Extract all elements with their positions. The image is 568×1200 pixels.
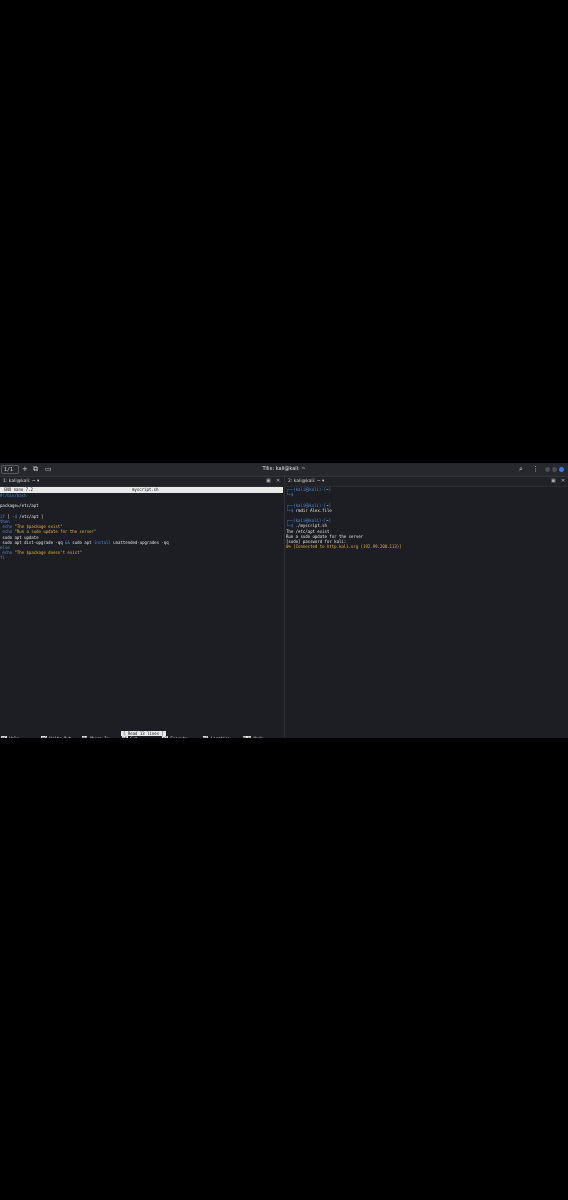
shortcut-write-out[interactable]: ^O Write Out	[41, 736, 71, 738]
shortcut-where-is[interactable]: ^W Where Is	[81, 736, 109, 738]
maximize-pane-icon[interactable]: ▣	[551, 477, 556, 486]
code-line-segment: "The $package doesn't exist"	[12, 550, 82, 556]
shortcut-key: M-U	[242, 736, 252, 738]
code-line-segment: install	[93, 539, 111, 545]
terminal-line-segment: ]	[328, 518, 331, 524]
code-line-segment: sudo apt	[69, 539, 94, 545]
tilix-window: 1/1 ▾ + ⧉ ▭ Tilix: kali@kali: ~ ⌕ ⋮ 1: k…	[0, 463, 568, 738]
shortcut-bar: ^G Help^X Exit^O Write Out^R Read File^W…	[0, 736, 283, 738]
terminal-line-segment: ]	[328, 487, 331, 492]
code-line-segment: unattended-upgrades -qq	[110, 539, 169, 545]
shortcut-label: Execute	[168, 736, 187, 738]
shortcut-cut[interactable]: ^K Cut	[121, 736, 137, 738]
shortcut-location[interactable]: ^C Location	[202, 736, 230, 738]
maximize-icon[interactable]	[552, 467, 557, 472]
shortcut-help[interactable]: ^G Help	[1, 736, 19, 738]
close-icon[interactable]	[559, 467, 564, 472]
code-line: fi	[0, 555, 283, 560]
title-bar: 1/1 ▾ + ⧉ ▭ Tilix: kali@kali: ~ ⌕ ⋮	[0, 463, 568, 482]
shortcut-label: Where Is	[87, 736, 109, 738]
code-line-segment: /etc/apt ]	[16, 513, 44, 519]
terminal-pane-2[interactable]: 2: kali@kali: ~ ▾ ▣ ✕ ┌──(kali㉿kali)-[~]…	[284, 477, 568, 738]
code-line-segment: fi	[0, 555, 5, 561]
shortcut-label: Location	[208, 736, 230, 738]
code-line-segment: #!/bin/bash	[0, 493, 27, 498]
shortcut-execute[interactable]: ^T Execute	[162, 736, 187, 738]
shortcut-label: Cut	[128, 736, 137, 738]
code-line-segment: package=/etc/apt	[0, 503, 39, 509]
shortcut-undo[interactable]: M-U Undo	[242, 736, 263, 738]
pane-tab-2[interactable]: 2: kali@kali: ~ ▾ ▣ ✕	[285, 477, 568, 487]
terminal-pane-1[interactable]: 1: kali@kali: ~ ▾ ▣ ✕ GNU nano 7.2 myscr…	[0, 477, 283, 738]
close-pane-icon[interactable]: ✕	[561, 477, 565, 486]
shortcut-label: Undo	[251, 736, 263, 738]
terminal-line-segment: 0% [Connected to http.kali.org (192.99.2…	[286, 544, 402, 550]
terminal-line-segment	[293, 492, 295, 497]
editor-buffer[interactable]: #!/bin/bash package=/etc/apt if [ -d /etc/…	[0, 493, 283, 560]
terminal-line: 0% [Connected to http.kali.org (192.99.2…	[286, 544, 568, 549]
code-line-segment: sudo apt dist-upgrade -qq	[0, 539, 66, 545]
pane-tab-label: 2: kali@kali: ~ ▾	[288, 479, 325, 484]
close-pane-icon[interactable]: ✕	[276, 477, 280, 486]
pane-tab-1[interactable]: 1: kali@kali: ~ ▾ ▣ ✕	[0, 477, 283, 487]
minimize-icon[interactable]	[545, 467, 550, 472]
menu-icon[interactable]: ⋮	[532, 464, 539, 475]
terminal-line-segment: kali㉿kali	[295, 487, 319, 492]
shortcut-label: Write Out	[47, 736, 72, 738]
pane-tab-label: 1: kali@kali: ~ ▾	[3, 479, 40, 484]
search-icon[interactable]: ⌕	[519, 464, 523, 475]
terminal-line-segment: rmdir Alex.file	[293, 507, 332, 513]
shortcut-label: Help	[7, 736, 19, 738]
maximize-pane-icon[interactable]: ▣	[266, 477, 271, 486]
terminal-output[interactable]: ┌──(kali㉿kali)-[~] └─$ ┌──(kali㉿kali)-[~]…	[286, 487, 568, 549]
window-title: Tilix: kali@kali: ~	[262, 466, 306, 472]
